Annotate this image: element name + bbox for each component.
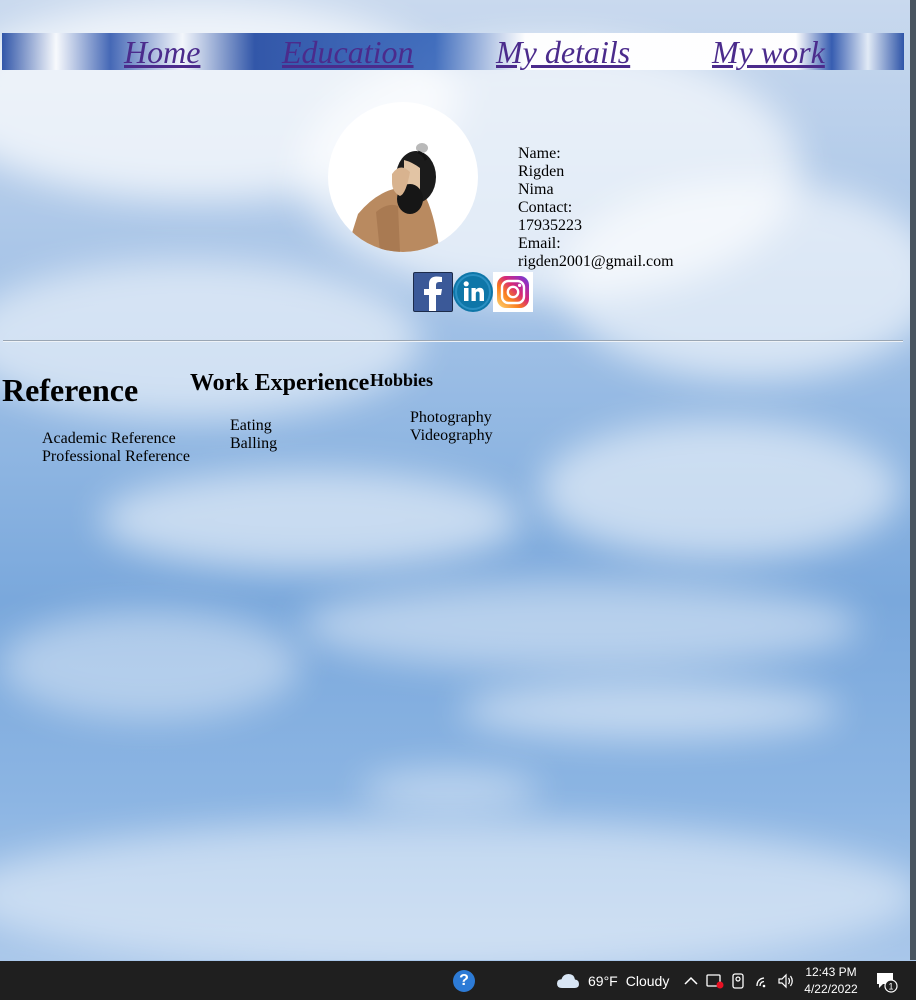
heading-work-experience: Work Experience <box>190 370 370 396</box>
cloud-icon <box>557 973 579 988</box>
wifi-icon[interactable] <box>755 961 773 1000</box>
notifications-icon[interactable]: 1 <box>874 961 898 1000</box>
meet-now-icon[interactable] <box>706 961 724 1000</box>
help-app-icon[interactable]: ? <box>452 961 476 1000</box>
heading-hobbies: Hobbies <box>370 370 434 390</box>
hobbies-list: Photography Videography <box>410 409 493 445</box>
system-clock[interactable]: 12:43 PM 4/22/2022 <box>800 961 862 1000</box>
clock-date: 4/22/2022 <box>804 981 858 996</box>
contact-details: Name: Rigden Nima Contact: 17935223 Emai… <box>518 145 674 271</box>
clock-time: 12:43 PM <box>805 964 857 979</box>
weather-condition: Cloudy <box>625 972 670 989</box>
nav-link-my-work[interactable]: My work <box>712 33 825 71</box>
speaker-icon[interactable] <box>777 961 795 1000</box>
email-address: rigden2001@gmail.com <box>518 253 674 270</box>
label-contact: Contact: <box>518 199 573 216</box>
label-email: Email: <box>518 235 561 252</box>
window-edge <box>910 0 916 960</box>
facebook-icon[interactable] <box>413 272 453 312</box>
name-last: Nima <box>518 181 554 198</box>
nav-link-home[interactable]: Home <box>124 33 200 71</box>
name-first: Rigden <box>518 163 565 180</box>
taskbar: ? 69°F Cloudy 12:43 PM 4/22/2022 1 <box>0 961 916 1000</box>
section-divider <box>3 340 903 342</box>
label-name: Name: <box>518 145 561 162</box>
chevron-up-icon[interactable] <box>684 961 698 1000</box>
contact-number: 17935223 <box>518 217 582 234</box>
linkedin-icon[interactable] <box>453 272 493 312</box>
list-item: Academic Reference <box>42 430 176 447</box>
list-item: Professional Reference <box>42 448 190 465</box>
list-item: Videography <box>410 427 493 444</box>
list-item: Balling <box>230 435 278 452</box>
list-item: Photography <box>410 409 492 426</box>
camera-privacy-icon[interactable] <box>731 961 745 1000</box>
notification-count: 1 <box>888 981 893 991</box>
profile-avatar <box>328 102 478 252</box>
list-item: Eating <box>230 417 272 434</box>
weather-widget[interactable]: 69°F Cloudy <box>556 961 669 1000</box>
reference-list: Academic Reference Professional Referenc… <box>42 430 190 466</box>
instagram-icon[interactable] <box>493 272 533 312</box>
work-experience-list: Eating Balling <box>230 417 277 453</box>
heading-reference: Reference <box>2 372 139 408</box>
nav-link-education[interactable]: Education <box>282 33 414 71</box>
nav-link-my-details[interactable]: My details <box>496 33 630 71</box>
top-nav: Home Education My details My work <box>2 33 904 70</box>
question-icon: ? <box>453 969 475 992</box>
weather-temperature: 69°F <box>588 972 618 989</box>
